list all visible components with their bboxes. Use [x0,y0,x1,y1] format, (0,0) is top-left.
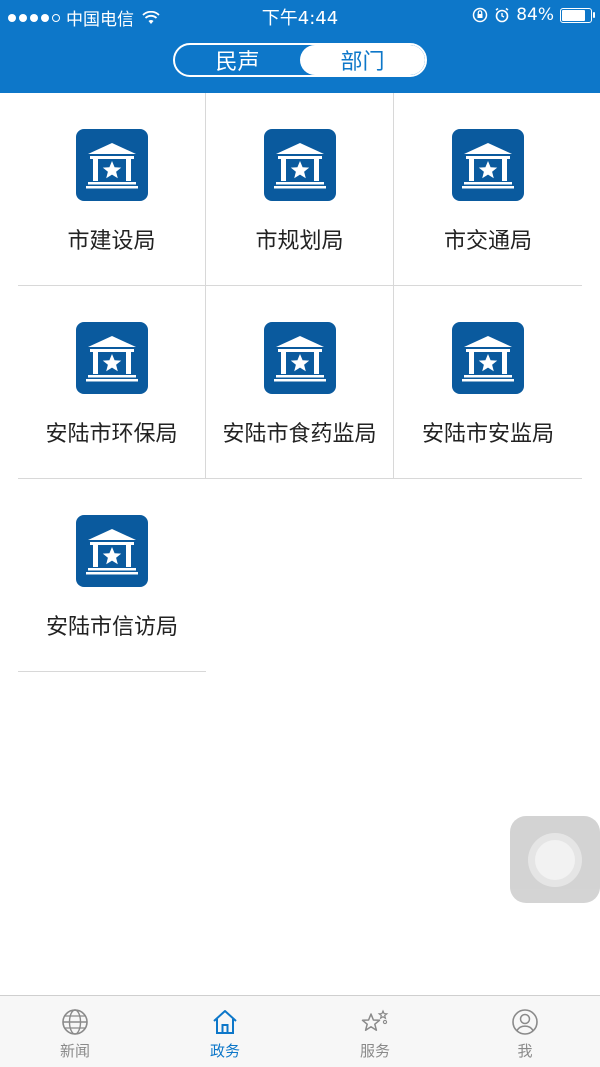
header: 中国电信 下午4:44 84% 民声 部门 [0,0,600,93]
department-item[interactable]: 市规划局 [206,93,394,285]
department-item[interactable]: 安陆市安监局 [394,286,582,478]
alarm-icon [495,7,509,23]
home-icon [213,1010,237,1034]
assistive-touch-icon [528,832,582,887]
assistive-touch-button[interactable] [510,816,600,903]
tab-me-label: 我 [517,1042,533,1060]
department-label: 安陆市信访局 [45,615,178,640]
segment-minsheng[interactable]: 民声 [175,45,300,75]
department-item[interactable]: 安陆市环保局 [18,286,206,478]
tab-services-label: 服务 [359,1042,390,1060]
tab-news-label: 新闻 [59,1042,90,1060]
tab-me[interactable]: 我 [450,996,600,1067]
battery-icon [560,7,595,23]
government-building-icon [75,129,148,201]
government-building-icon [452,322,524,394]
department-label: 市建设局 [67,229,156,254]
department-label: 市规划局 [255,229,344,254]
segment-bumen[interactable]: 部门 [300,45,425,75]
segmented-control: 民声 部门 [173,43,427,77]
battery-percent: 84% [516,5,554,25]
department-label: 安陆市环保局 [45,422,178,447]
grid-row: 安陆市环保局 安陆市食药监局 安陆市安监局 [18,286,582,479]
government-building-icon [452,129,524,201]
tab-government-label: 政务 [209,1042,240,1060]
tab-government[interactable]: 政务 [150,996,300,1067]
government-building-icon [75,322,148,394]
tab-bar: 新闻 政务 服务 我 [0,995,600,1067]
orientation-lock-icon [472,7,488,23]
globe-icon [62,1009,88,1035]
government-building-icon [263,129,336,201]
status-right: 84% [472,5,595,25]
status-bar: 中国电信 下午4:44 84% [0,0,600,30]
department-label: 安陆市食药监局 [222,422,377,447]
user-icon [512,1009,538,1035]
government-building-icon [263,322,336,394]
grid-row: 安陆市信访局 [18,479,206,672]
tab-news[interactable]: 新闻 [0,996,150,1067]
department-item[interactable]: 安陆市信访局 [18,479,206,671]
department-label: 市交通局 [443,229,532,254]
department-label: 安陆市安监局 [421,422,554,447]
department-item[interactable]: 市交通局 [394,93,582,285]
stars-icon [361,1009,389,1031]
department-item[interactable]: 安陆市食药监局 [206,286,394,478]
department-grid: 市建设局 市规划局 市交通局 安陆市环保局 安陆市食药监局 安陆市安监局 安陆市… [18,93,582,672]
government-building-icon [76,515,148,587]
grid-row: 市建设局 市规划局 市交通局 [18,93,582,286]
department-item[interactable]: 市建设局 [18,93,206,285]
screen: 中国电信 下午4:44 84% 民声 部门 市建设局 市规划局 市交通局 安陆市… [0,0,600,1067]
tab-services[interactable]: 服务 [300,996,450,1067]
